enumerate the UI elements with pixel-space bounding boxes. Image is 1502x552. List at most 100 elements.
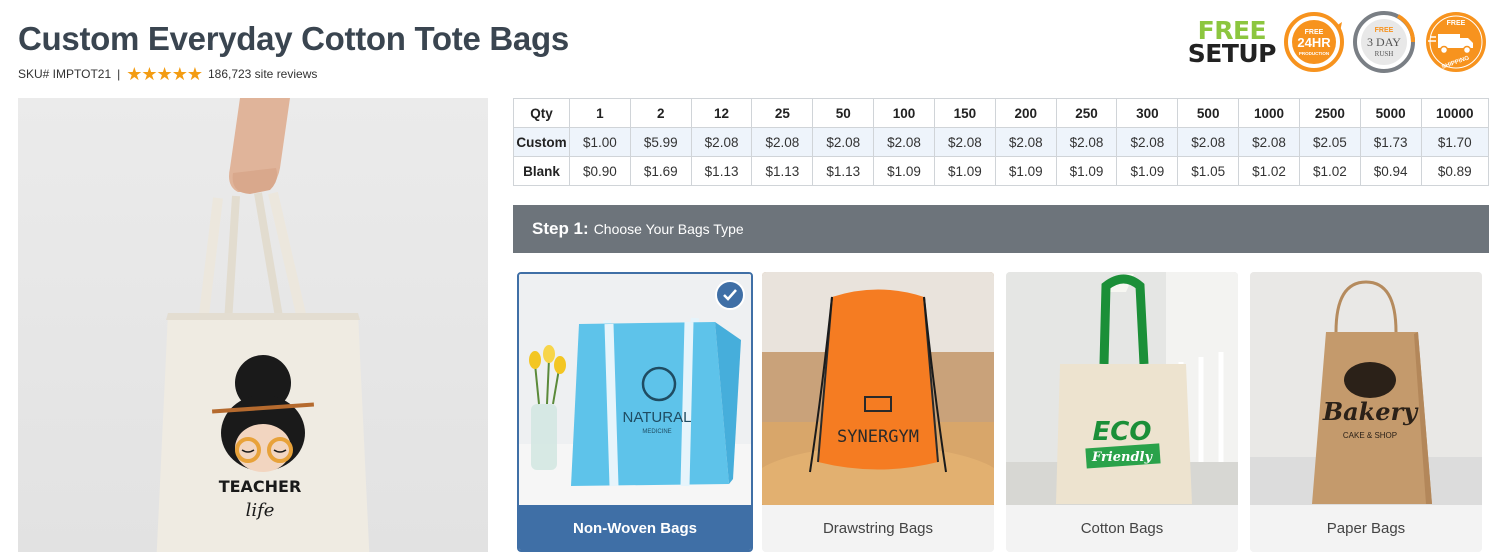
svg-text:ECO: ECO	[1093, 417, 1152, 447]
svg-text:FREE: FREE	[1447, 20, 1466, 27]
star-icon: ★	[126, 64, 142, 84]
price-cell: $2.08	[1238, 127, 1300, 157]
reviews-link[interactable]: 186,723 site reviews	[208, 67, 317, 81]
meta-separator: |	[117, 67, 121, 81]
free-setup-badge: FREE SETUP	[1187, 16, 1277, 68]
svg-text:Friendly: Friendly	[1091, 450, 1154, 465]
qty-cell: 25	[751, 98, 814, 128]
price-cell: $2.08	[751, 127, 814, 157]
step-title: Choose Your Bags Type	[593, 221, 744, 237]
price-cell: $1.02	[1238, 156, 1300, 186]
price-cell: $2.08	[1177, 127, 1240, 157]
non-woven-bag-image: NATURAL MEDICINE	[519, 274, 751, 507]
qty-cell: 500	[1177, 98, 1240, 128]
product-meta: SKU# IMPTOT21 | ★★★★★ 186,723 site revie…	[18, 65, 317, 83]
qty-cell: 50	[812, 98, 875, 128]
pricing-header-row: Qty 1 2 12 25 50 100 150 200 250 300 500…	[513, 98, 1490, 128]
selected-check-icon	[715, 280, 745, 310]
price-cell: $2.08	[690, 127, 753, 157]
qty-cell: 150	[933, 98, 996, 128]
price-cell: $1.02	[1298, 156, 1361, 186]
price-cell: $2.08	[812, 127, 875, 157]
bag-option-label: Drawstring Bags	[762, 505, 994, 552]
cotton-bag-image: ECO Friendly	[1006, 272, 1238, 505]
price-cell: $1.00	[569, 127, 631, 157]
price-cell: $2.08	[873, 127, 935, 157]
pricing-table: Qty 1 2 12 25 50 100 150 200 250 300 500…	[513, 98, 1490, 186]
svg-text:FREE: FREE	[1375, 27, 1394, 34]
price-cell: $1.09	[933, 156, 996, 186]
bag-option-non-woven[interactable]: NATURAL MEDICINE Non-Woven Bags	[517, 272, 753, 552]
promo-badges: FREE SETUP FREE 24HR PRODUCTION FREE 3 D…	[1188, 10, 1488, 74]
qty-cell: 1000	[1238, 98, 1300, 128]
price-cell: $1.13	[812, 156, 875, 186]
qty-cell: 2500	[1298, 98, 1361, 128]
free-shipping-badge: FREE SHIPPING	[1426, 12, 1486, 72]
price-cell: $1.69	[629, 156, 692, 186]
product-image[interactable]: TEACHER life	[18, 98, 488, 552]
bag-option-paper[interactable]: Bakery CAKE & SHOP Paper Bags	[1250, 272, 1482, 552]
rating-stars[interactable]: ★★★★★	[126, 64, 203, 84]
star-icon: ★	[156, 64, 173, 84]
price-cell: $1.70	[1420, 127, 1490, 157]
qty-cell: 1	[569, 98, 631, 128]
price-cell: $0.94	[1359, 156, 1422, 186]
price-cell: $2.05	[1298, 127, 1361, 157]
price-cell: $1.05	[1177, 156, 1240, 186]
star-icon: ★	[171, 64, 188, 84]
price-cell: $2.08	[1055, 127, 1118, 157]
step-1-header: Step 1: Choose Your Bags Type	[513, 205, 1489, 253]
price-cell: $0.90	[569, 156, 631, 186]
price-cell: $1.09	[1116, 156, 1179, 186]
pricing-row-blank: Blank $0.90 $1.69 $1.13 $1.13 $1.13 $1.0…	[513, 156, 1490, 186]
svg-text:PRODUCTION: PRODUCTION	[1299, 51, 1329, 56]
bag-type-options: NATURAL MEDICINE Non-Woven Bags SYNERGYM	[517, 272, 1482, 552]
qty-cell: 5000	[1359, 98, 1422, 128]
sku-label: SKU# IMPTOT21	[18, 67, 112, 81]
price-cell: $1.73	[1359, 127, 1422, 157]
price-cell: $1.13	[751, 156, 814, 186]
svg-text:NATURAL: NATURAL	[623, 409, 692, 426]
star-icon: ★	[186, 64, 203, 84]
bag-option-drawstring[interactable]: SYNERGYM Drawstring Bags	[762, 272, 994, 552]
qty-cell: 12	[690, 98, 753, 128]
paper-bag-image: Bakery CAKE & SHOP	[1250, 272, 1482, 505]
price-cell: $2.08	[994, 127, 1057, 157]
svg-text:RUSH: RUSH	[1375, 50, 1394, 58]
price-cell: $5.99	[629, 127, 692, 157]
pricing-row-custom: Custom $1.00 $5.99 $2.08 $2.08 $2.08 $2.…	[513, 127, 1490, 157]
bag-option-label: Cotton Bags	[1006, 505, 1238, 552]
svg-text:CAKE & SHOP: CAKE & SHOP	[1343, 431, 1397, 440]
price-cell: $1.13	[690, 156, 753, 186]
price-cell: $1.09	[873, 156, 935, 186]
free-3day-rush-badge: FREE 3 DAY RUSH	[1353, 11, 1416, 73]
row-label: Custom	[513, 127, 570, 157]
bag-option-label: Non-Woven Bags	[519, 505, 751, 550]
svg-text:MEDICINE: MEDICINE	[642, 429, 671, 435]
bag-option-cotton[interactable]: ECO Friendly Cotton Bags	[1006, 272, 1238, 552]
svg-text:Bakery: Bakery	[1322, 397, 1419, 426]
qty-cell: 200	[994, 98, 1057, 128]
qty-cell: 100	[873, 98, 935, 128]
price-cell: $1.09	[994, 156, 1057, 186]
qty-cell: 250	[1055, 98, 1118, 128]
price-cell: $1.09	[1055, 156, 1118, 186]
svg-text:24HR: 24HR	[1297, 35, 1331, 50]
svg-text:SYNERGYM: SYNERGYM	[837, 427, 919, 447]
row-label: Blank	[513, 156, 570, 186]
price-cell: $0.89	[1420, 156, 1490, 186]
qty-cell: 10000	[1420, 98, 1490, 128]
qty-cell: 2	[629, 98, 692, 128]
bag-print-line1: TEACHER	[219, 477, 302, 496]
price-cell: $2.08	[933, 127, 996, 157]
free-24hr-production-badge: FREE 24HR PRODUCTION	[1284, 12, 1344, 72]
star-icon: ★	[141, 64, 157, 84]
drawstring-bag-image: SYNERGYM	[762, 272, 994, 505]
product-title: Custom Everyday Cotton Tote Bags	[18, 20, 569, 57]
qty-cell: 300	[1116, 98, 1179, 128]
tote-bag-illustration: TEACHER life	[156, 98, 370, 552]
price-cell: $2.08	[1116, 127, 1179, 157]
qty-header: Qty	[513, 98, 570, 128]
bag-print-line2: life	[246, 500, 275, 521]
step-number: Step 1:	[532, 219, 589, 238]
